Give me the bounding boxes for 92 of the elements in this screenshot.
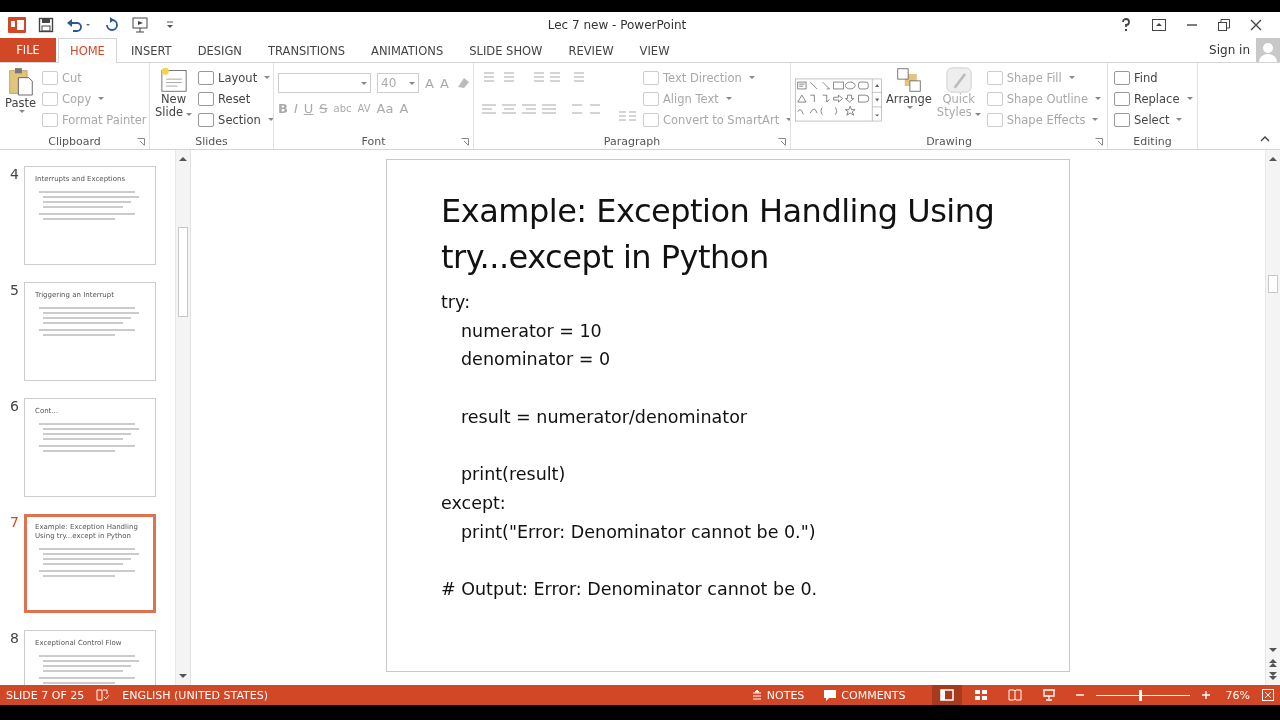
scrollbar-thumb[interactable] [178,227,188,317]
ribbon-command[interactable]: Find [1112,67,1195,88]
code-line: try: [441,291,472,314]
code-line: result = numerator/denominator [460,405,749,429]
scroll-up-icon[interactable] [178,154,188,164]
group-label: Slides [195,134,228,148]
ribbon-tab[interactable]: REVIEW [556,38,626,62]
ribbon-tab[interactable]: DESIGN [185,38,254,62]
slide-number: 4 [10,166,18,184]
ribbon-display-icon[interactable] [1152,19,1166,31]
ribbon-command[interactable]: Reset [196,88,273,109]
clipboard-icon [7,67,34,97]
ribbon-tab[interactable]: HOME [58,38,117,63]
font-button[interactable]: AV [357,103,371,114]
new-slide-button[interactable]: New Slide [154,65,194,121]
previous-slide-icon[interactable] [1268,658,1278,668]
ribbon-command[interactable]: Select [1112,109,1195,130]
collapse-ribbon-icon[interactable] [1260,135,1270,143]
zoom-out-icon[interactable] [1075,691,1084,699]
dialog-launcher-icon[interactable] [778,138,786,146]
customize-caret-icon[interactable] [166,20,174,30]
paste-button[interactable]: Paste [4,65,38,115]
new-slide-icon [159,67,188,93]
font-size-field[interactable]: 40 [377,73,419,93]
arrange-icon [895,67,922,93]
ribbon-command[interactable]: Replace [1112,88,1195,109]
dialog-launcher-icon[interactable] [1095,138,1103,146]
group-label: Font [361,134,386,148]
dialog-launcher-icon[interactable] [137,138,145,146]
window-title: Lec 7 new - PowerPoint [546,18,688,32]
code-line: denominator = 0 [460,348,612,372]
next-slide-icon[interactable] [1268,671,1278,681]
dialog-launcher-icon[interactable] [461,138,469,146]
ribbon-tab[interactable]: TRANSITIONS [255,38,358,62]
code-line: numerator = 10 [460,319,603,343]
spell-check-icon[interactable] [96,689,111,701]
font-button[interactable]: B [278,101,288,116]
scroll-down-icon[interactable] [178,671,188,681]
code-line: print(result) [460,463,567,487]
code-line: except: [441,491,507,515]
code-line: print("Error: Denominator cannot be 0.") [460,520,817,544]
notes-button[interactable]: NOTES [747,688,809,702]
font-button[interactable]: I [293,101,298,116]
font-button[interactable]: U [303,101,314,116]
font-button[interactable]: abc [333,103,352,114]
powerpoint-logo-icon [8,17,26,33]
restore-icon[interactable] [1218,19,1230,31]
font-button[interactable]: S [319,101,328,116]
group-label: Editing [1133,134,1172,148]
group-label: Paragraph [603,134,661,148]
quick-styles-button[interactable]: Quick Styles [935,65,982,121]
save-icon[interactable] [38,17,54,33]
code-line: # Output: Error: Denominator cannot be 0. [441,578,819,601]
file-tab[interactable]: FILE [0,38,56,62]
help-icon[interactable] [1120,18,1132,32]
font-button[interactable]: A [439,75,449,91]
slide-title: Example: Exception Handling Using try...except in Python [441,191,996,278]
notes-icon [751,690,762,700]
scrollbar-thumb[interactable] [1268,275,1278,293]
quick-styles-icon [945,67,972,93]
redo-icon[interactable] [104,17,120,33]
language-indicator[interactable]: ENGLISH (UNITED STATES) [122,688,268,702]
zoom-in-icon[interactable] [1201,691,1210,699]
zoom-slider-thumb[interactable] [1138,689,1142,701]
slide-number: 5 [10,282,18,300]
scroll-down-icon[interactable] [1268,645,1278,655]
normal-view-icon[interactable] [931,685,962,705]
font-name-field[interactable] [278,73,371,93]
font-button[interactable]: Aa [376,101,394,116]
ribbon-tab[interactable]: VIEW [627,38,682,62]
slide-number: 6 [10,398,18,416]
comments-button[interactable]: COMMENTS [820,688,910,702]
slide-indicator: SLIDE 7 OF 25 [6,688,85,702]
zoom-level[interactable]: 76% [1225,688,1250,702]
font-button[interactable]: A [425,75,434,91]
ribbon-command[interactable]: Section [196,109,273,130]
slide-number: 7 [10,514,18,532]
group-label: Drawing [926,134,972,148]
font-button[interactable]: A [399,101,409,116]
group-label: Clipboard [48,134,101,148]
ribbon-command[interactable]: Layout [196,67,273,88]
comment-icon [824,689,837,701]
arrange-button[interactable]: Arrange [885,65,933,111]
ribbon-tab[interactable]: ANIMATIONS [359,38,456,62]
close-icon[interactable] [1250,19,1262,31]
scroll-up-icon[interactable] [1268,154,1278,164]
ribbon-tab[interactable]: SLIDE SHOW [457,38,555,62]
slide-number: 8 [10,630,18,648]
ribbon-tab[interactable]: INSERT [118,38,184,62]
fit-slide-icon[interactable] [1262,689,1274,701]
sign-in-link[interactable]: Sign in [1209,43,1250,57]
undo-icon[interactable] [66,17,92,33]
